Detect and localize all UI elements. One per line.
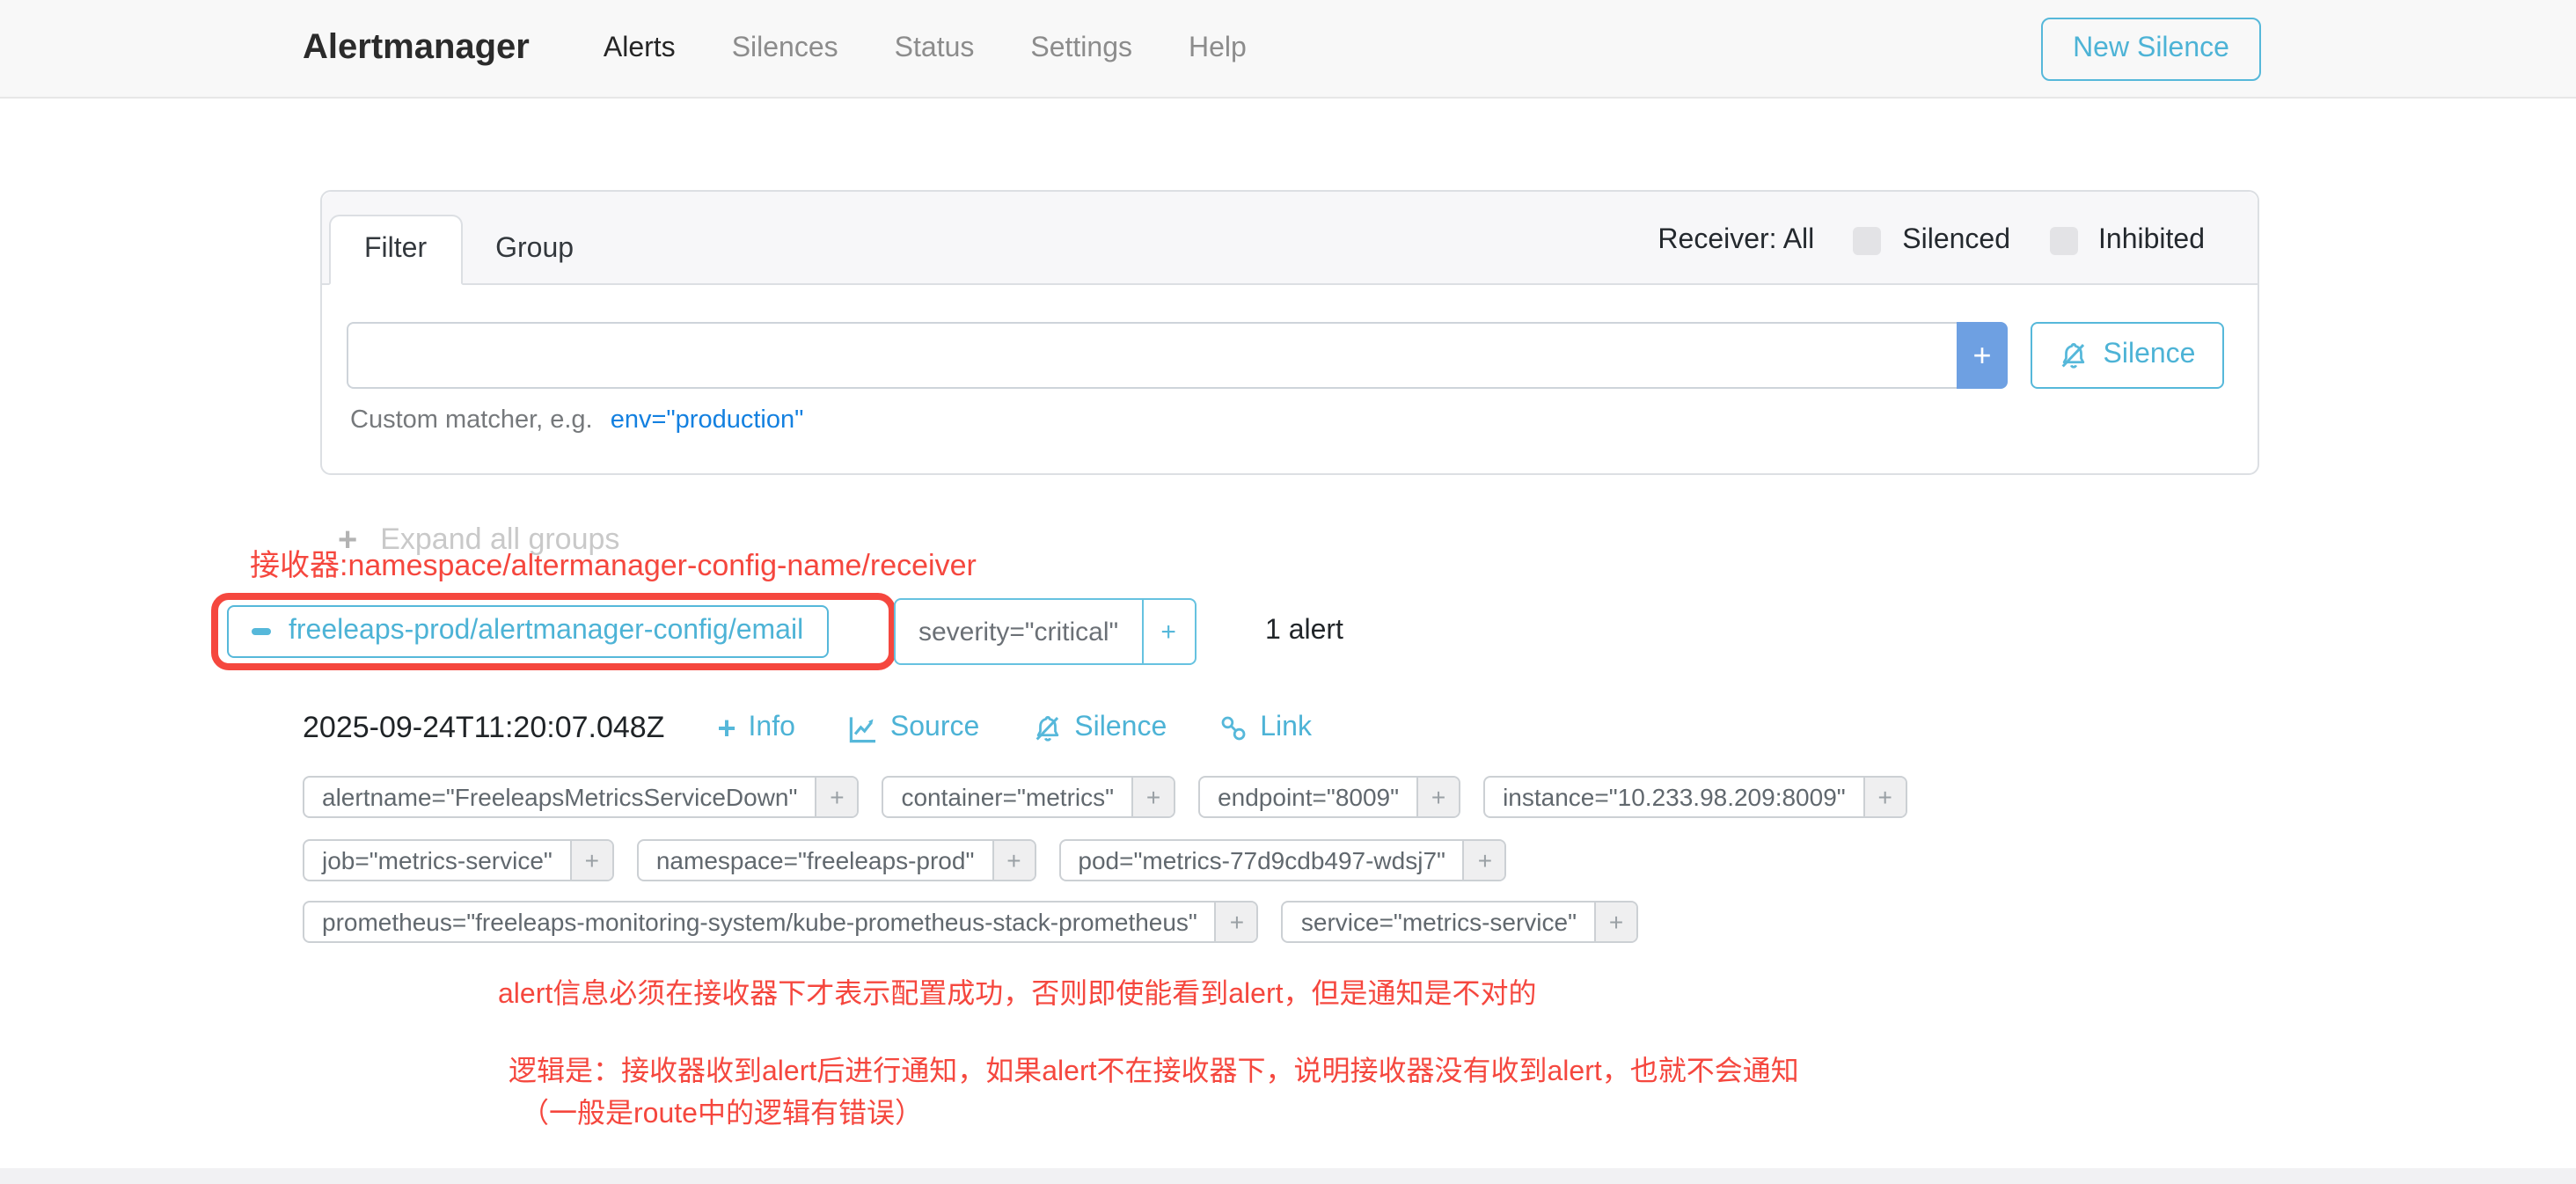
alert-label-text: endpoint="8009" xyxy=(1200,778,1416,816)
alert-label-text: pod="metrics-77d9cdb497-wdsj7" xyxy=(1060,841,1463,880)
alert-link-button[interactable]: Link xyxy=(1219,713,1312,744)
alert-silence-label: Silence xyxy=(1074,713,1167,744)
alertmanager-page: Alertmanager Alerts Silences Status Sett… xyxy=(0,0,2576,1184)
plus-icon: + xyxy=(717,713,735,744)
nav-item-alerts[interactable]: Alerts xyxy=(575,33,704,64)
new-silence-button[interactable]: New Silence xyxy=(2041,17,2261,80)
alert-label-chip: endpoint="8009" + xyxy=(1198,776,1460,818)
alert-label-text: prometheus="freeleaps-monitoring-system/… xyxy=(304,903,1215,941)
minus-icon xyxy=(252,629,271,635)
alert-label-text: container="metrics" xyxy=(883,778,1131,816)
add-matcher-button[interactable]: + xyxy=(1957,322,2008,389)
silenced-label: Silenced xyxy=(1902,225,2010,257)
bell-slash-icon xyxy=(1032,713,1062,743)
alert-link-label: Link xyxy=(1260,713,1312,744)
top-navbar: Alertmanager Alerts Silences Status Sett… xyxy=(0,0,2576,99)
alert-info-button[interactable]: + Info xyxy=(717,713,794,744)
alert-label-text: alertname="FreeleapsMetricsServiceDown" xyxy=(304,778,815,816)
tab-filter[interactable]: Filter xyxy=(329,215,462,285)
alert-info-label: Info xyxy=(749,713,795,744)
inhibited-label: Inhibited xyxy=(2098,225,2205,257)
silence-filter-label: Silence xyxy=(2104,340,2196,371)
add-filter-button[interactable]: + xyxy=(570,841,612,880)
silence-filter-button[interactable]: Silence xyxy=(2031,322,2224,389)
alert-silence-button[interactable]: Silence xyxy=(1032,713,1167,744)
nav-links: Alerts Silences Status Settings Help xyxy=(575,33,1275,64)
add-filter-button[interactable]: + xyxy=(1416,778,1459,816)
nav-item-settings[interactable]: Settings xyxy=(1002,33,1160,64)
add-filter-button[interactable]: + xyxy=(1594,903,1636,941)
add-filter-button[interactable]: + xyxy=(1863,778,1906,816)
alert-timestamp: 2025-09-24T11:20:07.048Z xyxy=(303,711,664,746)
alert-label-text: service="metrics-service" xyxy=(1284,903,1594,941)
nav-item-help[interactable]: Help xyxy=(1160,33,1275,64)
alert-label-chip: instance="10.233.98.209:8009" + xyxy=(1483,776,1907,818)
alert-source-label: Source xyxy=(890,713,979,744)
add-filter-button[interactable]: + xyxy=(1463,841,1505,880)
alert-label-chip: service="metrics-service" + xyxy=(1282,901,1638,943)
matcher-example-link[interactable]: env="production" xyxy=(611,406,804,435)
group-matcher-chip: severity="critical" + xyxy=(894,598,1196,665)
filter-tabs: Filter Group xyxy=(329,192,607,283)
alert-label-chip: container="metrics" + xyxy=(882,776,1175,818)
link-icon xyxy=(1219,714,1248,742)
group-matcher-label: severity="critical" xyxy=(896,600,1141,663)
annotation-route-error: （一般是route中的逻辑有错误） xyxy=(521,1089,923,1131)
annotation-receiver-format: 接收器:namespace/altermanager-config-name/r… xyxy=(250,540,977,584)
matcher-input[interactable] xyxy=(347,322,1957,389)
silenced-checkbox[interactable] xyxy=(1853,227,1881,255)
nav-item-silences[interactable]: Silences xyxy=(704,33,867,64)
bottom-strip xyxy=(0,1168,2576,1184)
add-filter-button[interactable]: + xyxy=(1215,903,1257,941)
filter-card: Filter Group Receiver: All Silenced Inhi… xyxy=(320,190,2259,475)
group-matcher-add-button[interactable]: + xyxy=(1141,600,1194,663)
nav-item-status[interactable]: Status xyxy=(867,33,1003,64)
alert-labels-row: prometheus="freeleaps-monitoring-system/… xyxy=(303,901,1638,943)
alert-labels-row: job="metrics-service" + namespace="freel… xyxy=(303,839,1507,881)
receiver-group-label: freeleaps-prod/alertmanager-config/email xyxy=(289,616,803,647)
receiver-group-button[interactable]: freeleaps-prod/alertmanager-config/email xyxy=(227,605,828,658)
add-filter-button[interactable]: + xyxy=(1131,778,1174,816)
receiver-dropdown[interactable]: Receiver: All xyxy=(1658,225,1814,257)
inhibited-checkbox[interactable] xyxy=(2049,227,2077,255)
alert-label-chip: prometheus="freeleaps-monitoring-system/… xyxy=(303,901,1259,943)
alert-label-text: job="metrics-service" xyxy=(304,841,570,880)
filter-header-controls: Receiver: All Silenced Inhibited xyxy=(1658,225,2222,283)
alert-labels-row: alertname="FreeleapsMetricsServiceDown" … xyxy=(303,776,1907,818)
chart-line-icon xyxy=(848,713,878,743)
alert-label-chip: pod="metrics-77d9cdb497-wdsj7" + xyxy=(1058,839,1507,881)
matcher-helper-text: Custom matcher, e.g. xyxy=(350,406,593,435)
alert-header-row: 2025-09-24T11:20:07.048Z + Info Source xyxy=(303,711,1312,746)
matcher-helper: Custom matcher, e.g. env="production" xyxy=(350,406,2224,435)
alert-label-text: namespace="freeleaps-prod" xyxy=(639,841,992,880)
filter-card-header: Filter Group Receiver: All Silenced Inhi… xyxy=(322,192,2258,285)
alert-label-chip: alertname="FreeleapsMetricsServiceDown" … xyxy=(303,776,859,818)
bell-slash-icon xyxy=(2060,340,2089,370)
alert-label-text: instance="10.233.98.209:8009" xyxy=(1485,778,1863,816)
alert-label-chip: job="metrics-service" + xyxy=(303,839,614,881)
tab-group[interactable]: Group xyxy=(462,216,607,283)
brand-alertmanager[interactable]: Alertmanager xyxy=(303,28,530,69)
matcher-input-row: + Silence xyxy=(347,322,2224,389)
filter-card-body: + Silence Custom matcher, e.g. env="prod… xyxy=(322,285,2258,435)
alert-label-chip: namespace="freeleaps-prod" + xyxy=(637,839,1036,881)
add-filter-button[interactable]: + xyxy=(815,778,857,816)
alert-count: 1 alert xyxy=(1265,598,1343,665)
annotation-notify-logic: 逻辑是：接收器收到alert后进行通知，如果alert不在接收器下，说明接收器没… xyxy=(509,1047,1799,1089)
alert-source-link[interactable]: Source xyxy=(848,713,979,744)
add-filter-button[interactable]: + xyxy=(992,841,1034,880)
annotation-alert-under-receiver: alert信息必须在接收器下才表示配置成功，否则即使能看到alert，但是通知是… xyxy=(498,969,1537,1012)
